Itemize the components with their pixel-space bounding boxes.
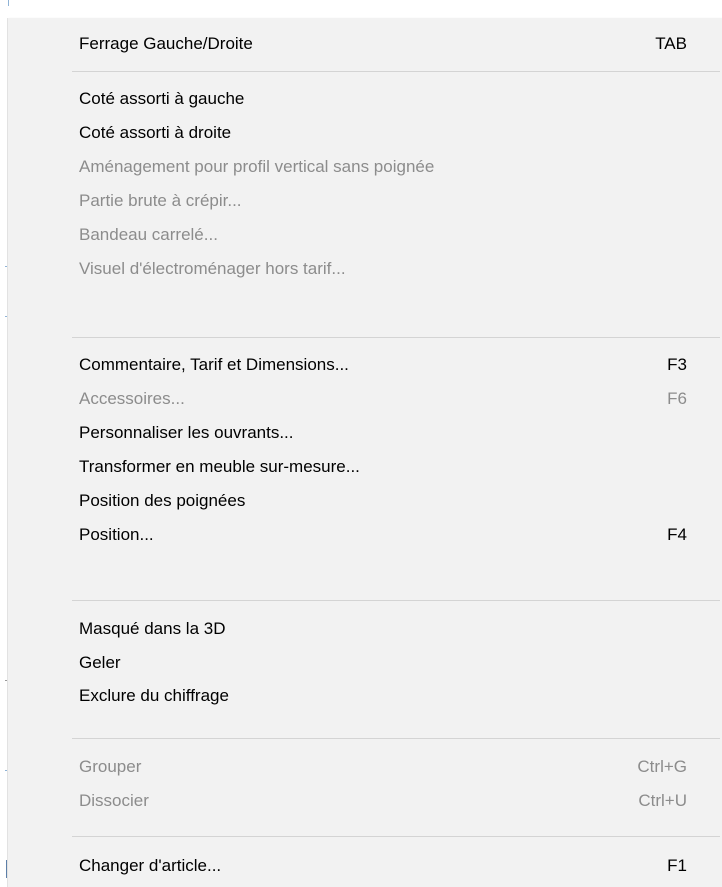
menu-item-shortcut: F3 [667,355,687,374]
menu-item-label: Exclure du chiffrage [79,686,229,705]
menu-item-commentaire-tarif-dimensions[interactable]: Commentaire, Tarif et Dimensions... F3 [8,348,722,382]
menu-item-changer-article[interactable]: Changer d'article... F1 [8,849,722,883]
menu-separator [72,600,720,601]
menu-item-label: Position des poignées [79,491,246,510]
menu-item-accessoires: Accessoires... F6 [8,382,722,416]
menu-item-position-poignees[interactable]: Position des poignées [8,484,722,518]
menu-item-shortcut: Ctrl+U [638,791,687,810]
menu-separator [72,738,720,739]
menu-item-visuel-electromenager: Visuel d'électroménager hors tarif... [8,252,722,286]
background-window-edge [8,0,9,6]
menu-item-exclure-chiffrage[interactable]: Exclure du chiffrage [8,679,722,713]
menu-item-position[interactable]: Position... F4 [8,518,722,552]
menu-item-amenagement-profil-vertical: Aménagement pour profil vertical sans po… [8,150,722,184]
menu-item-shortcut: F4 [667,525,687,544]
menu-item-shortcut: TAB [655,34,687,53]
menu-item-shortcut: F1 [667,856,687,875]
menu-item-label: Coté assorti à droite [79,123,232,142]
menu-item-label: Masqué dans la 3D [79,619,226,638]
menu-item-label: Commentaire, Tarif et Dimensions... [79,355,349,374]
menu-item-personnaliser-ouvrants[interactable]: Personnaliser les ouvrants... [8,416,722,450]
menu-item-label: Partie brute à crépir... [79,191,242,210]
context-menu: Ferrage Gauche/Droite TAB Coté assorti à… [8,18,722,887]
menu-item-label: Visuel d'électroménager hors tarif... [79,259,346,278]
menu-separator [72,337,720,338]
menu-item-transformer-sur-mesure[interactable]: Transformer en meuble sur-mesure... [8,450,722,484]
menu-item-label: Ferrage Gauche/Droite [79,34,253,53]
menu-separator [72,71,720,72]
menu-item-dissocier: Dissocier Ctrl+U [8,784,722,818]
menu-separator [72,836,720,837]
menu-item-label: Position... [79,525,154,544]
menu-item-bandeau-carrele: Bandeau carrelé... [8,218,722,252]
menu-item-shortcut: Ctrl+G [637,757,687,776]
menu-item-shortcut: F6 [667,389,687,408]
menu-item-label: Personnaliser les ouvrants... [79,423,294,442]
menu-item-ferrage-gauche-droite[interactable]: Ferrage Gauche/Droite TAB [8,27,722,61]
menu-item-label: Coté assorti à gauche [79,89,245,108]
menu-item-label: Accessoires... [79,389,185,408]
menu-item-cote-assorti-gauche[interactable]: Coté assorti à gauche [8,82,722,116]
menu-item-label: Dissocier [79,791,149,810]
menu-item-geler[interactable]: Geler [8,646,722,680]
menu-item-cote-assorti-droite[interactable]: Coté assorti à droite [8,116,722,150]
menu-item-partie-brute-crepir: Partie brute à crépir... [8,184,722,218]
menu-item-label: Changer d'article... [79,856,222,875]
menu-item-label: Bandeau carrelé... [79,225,218,244]
menu-item-masque-3d[interactable]: Masqué dans la 3D [8,612,722,646]
menu-item-label: Transformer en meuble sur-mesure... [79,457,360,476]
menu-item-grouper: Grouper Ctrl+G [8,750,722,784]
menu-item-label: Geler [79,653,121,672]
menu-item-label: Aménagement pour profil vertical sans po… [79,157,435,176]
menu-item-label: Grouper [79,757,142,776]
